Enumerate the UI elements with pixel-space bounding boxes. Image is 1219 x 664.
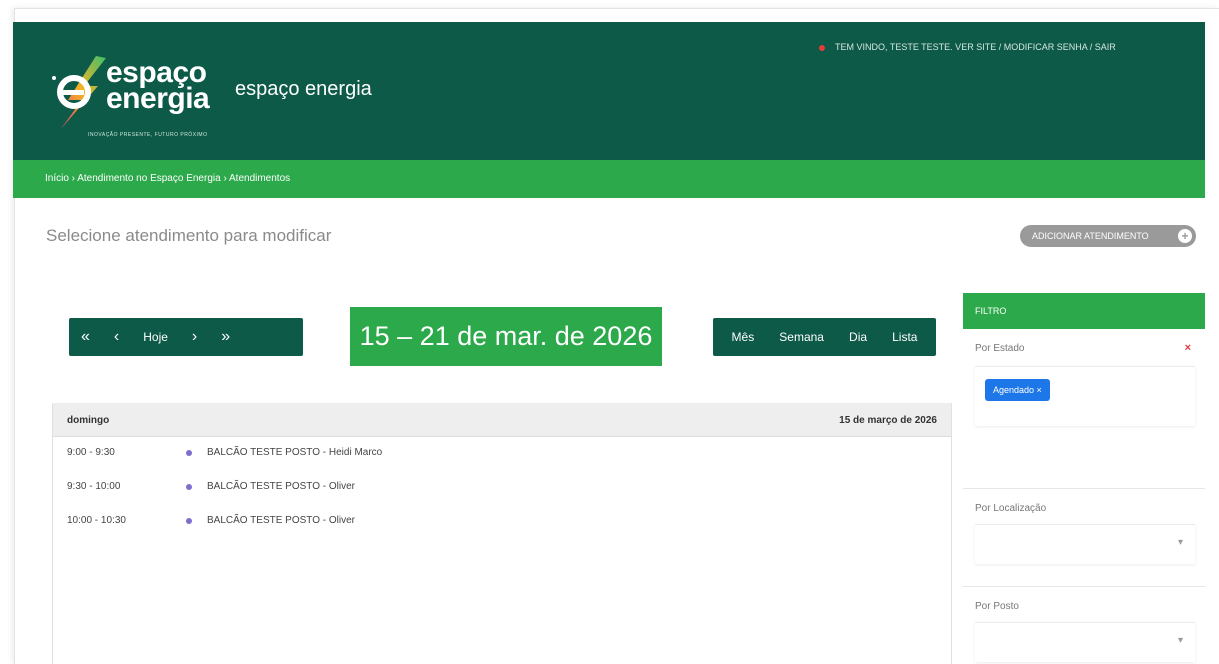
filter-panel: FILTRO Por Estado × Agendado × Por Local… — [963, 293, 1205, 664]
logo-text: espaço energia — [106, 58, 210, 115]
chevron-down-icon: ▾ — [1177, 635, 1183, 646]
view-month-button[interactable]: Mês — [732, 330, 755, 344]
status-tag-box[interactable]: Agendado × — [975, 366, 1195, 426]
event-dot-icon — [186, 450, 192, 456]
next-year-button[interactable]: » — [209, 318, 242, 356]
event-time: 9:00 - 9:30 — [67, 447, 115, 458]
logo-line-2: energia — [106, 82, 210, 115]
page-title: Selecione atendimento para modificar — [46, 226, 332, 245]
add-appointment-label: ADICIONAR ATENDIMENTO — [1032, 231, 1149, 241]
site-header: espaço energia INOVAÇÃO PRESENTE, FUTURO… — [13, 22, 1205, 160]
post-select[interactable]: ▾ — [975, 622, 1195, 662]
user-status-dot — [819, 44, 825, 51]
calendar-list: domingo 15 de março de 2026 9:00 - 9:30 … — [52, 403, 952, 664]
list-event[interactable]: 10:00 - 10:30 BALCÃO TESTE POSTO - Olive… — [53, 505, 951, 539]
event-title[interactable]: BALCÃO TESTE POSTO - Oliver — [207, 515, 355, 526]
user-tools: TEM VINDO, TESTE TESTE. VER SITE / MODIF… — [819, 42, 1116, 52]
filter-post: Por Posto ▾ — [963, 587, 1205, 664]
event-title[interactable]: BALCÃO TESTE POSTO - Heidi Marco — [207, 447, 382, 458]
breadcrumb-bar: Início › Atendimento no Espaço Energia ›… — [13, 160, 1205, 198]
list-day-header[interactable]: domingo 15 de março de 2026 — [53, 403, 951, 437]
logo-e-icon — [52, 56, 106, 130]
chevron-down-icon: ▾ — [1177, 537, 1183, 548]
view-list-button[interactable]: Lista — [892, 330, 917, 344]
filter-title: FILTRO — [963, 293, 1205, 329]
calendar-range-title: 15 – 21 de mar. de 2026 — [350, 307, 662, 366]
location-select[interactable]: ▾ — [975, 524, 1195, 564]
list-event[interactable]: 9:30 - 10:00 BALCÃO TESTE POSTO - Oliver — [53, 471, 951, 505]
filter-status: Por Estado × Agendado × — [963, 329, 1205, 489]
breadcrumb[interactable]: Início › Atendimento no Espaço Energia ›… — [45, 173, 290, 184]
site-logo[interactable]: espaço energia INOVAÇÃO PRESENTE, FUTURO… — [48, 44, 223, 144]
filter-location: Por Localização ▾ — [963, 489, 1205, 587]
user-tools-text[interactable]: TEM VINDO, TESTE TESTE. VER SITE / MODIF… — [835, 42, 1116, 52]
event-time: 9:30 - 10:00 — [67, 481, 121, 492]
view-week-button[interactable]: Semana — [779, 330, 824, 344]
calendar-views: Mês Semana Dia Lista — [713, 318, 936, 356]
next-week-button[interactable]: › — [180, 318, 209, 356]
clear-filter-icon[interactable]: × — [1185, 342, 1191, 354]
event-dot-icon — [186, 518, 192, 524]
filter-post-label: Por Posto — [975, 601, 1019, 612]
logo-tagline: INOVAÇÃO PRESENTE, FUTURO PRÓXIMO — [88, 132, 208, 138]
plus-icon: + — [1178, 229, 1192, 243]
add-appointment-button[interactable]: ADICIONAR ATENDIMENTO + — [1020, 225, 1196, 247]
event-time: 10:00 - 10:30 — [67, 515, 126, 526]
event-title[interactable]: BALCÃO TESTE POSTO - Oliver — [207, 481, 355, 492]
event-dot-icon — [186, 484, 192, 490]
filter-location-label: Por Localização — [975, 503, 1047, 514]
calendar-nav: « ‹ Hoje › » — [69, 318, 303, 356]
prev-week-button[interactable]: ‹ — [102, 318, 131, 356]
today-button[interactable]: Hoje — [131, 318, 180, 356]
list-event[interactable]: 9:00 - 9:30 BALCÃO TESTE POSTO - Heidi M… — [53, 437, 951, 471]
status-tag[interactable]: Agendado × — [985, 379, 1050, 401]
filter-status-label: Por Estado — [975, 343, 1025, 354]
list-day-date: 15 de março de 2026 — [839, 415, 937, 426]
view-day-button[interactable]: Dia — [849, 330, 867, 344]
list-day-name: domingo — [67, 415, 110, 426]
site-name: espaço energia — [235, 78, 372, 100]
prev-year-button[interactable]: « — [69, 318, 102, 356]
